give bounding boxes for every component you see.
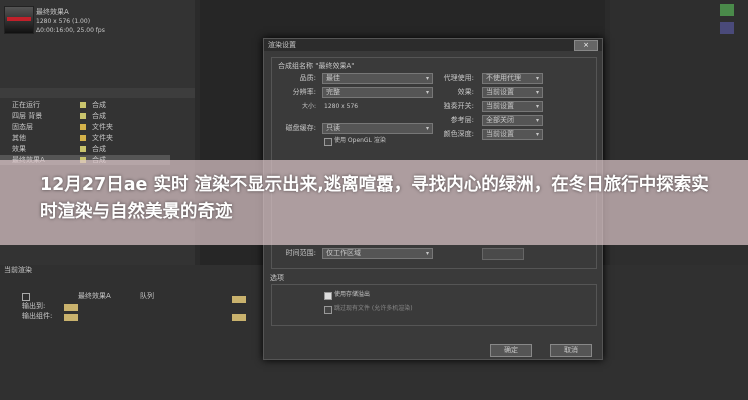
guide-dropdown[interactable]: 全部关闭 ▾	[482, 115, 543, 126]
close-button[interactable]: ×	[574, 40, 598, 51]
list-item[interactable]: 正在运行 合成	[0, 100, 170, 110]
list-item[interactable]: 其他 文件夹	[0, 133, 170, 143]
skip-existing-label: 跳过现有文件 (允许多机渲染)	[334, 305, 413, 312]
comp-group-label: 合成组名称 "最终效果A"	[278, 62, 355, 70]
skip-existing-checkbox[interactable]	[324, 306, 332, 314]
guide-label: 参考层:	[450, 116, 474, 124]
storage-overflow-label: 使用存储溢出	[334, 291, 371, 298]
chevron-down-icon: ▾	[535, 89, 539, 96]
effects-dropdown[interactable]: 当前设置 ▾	[482, 87, 543, 98]
chevron-down-icon: ▾	[535, 103, 539, 110]
table-row[interactable]: 最终效果A 队列	[0, 292, 195, 302]
chevron-down-icon: ▾	[535, 75, 539, 82]
chevron-down-icon: ▾	[535, 117, 539, 124]
comp-info-duration: Δ0:00:16:00, 25.00 fps	[36, 27, 105, 34]
output-swatch	[64, 304, 78, 311]
preview-thumbnail	[720, 4, 734, 16]
color-depth-label: 颜色深度:	[443, 130, 474, 138]
render-checkbox[interactable]	[22, 293, 30, 301]
comp-name: 最终效果A	[36, 8, 69, 16]
label-color	[80, 113, 86, 119]
time-span-dropdown[interactable]: 仅工作区域 ▾	[322, 248, 433, 259]
options-title: 选项	[270, 274, 284, 282]
output-swatch	[64, 314, 78, 321]
disk-cache-dropdown[interactable]: 只读 ▾	[322, 123, 433, 134]
time-span-settings-button[interactable]	[482, 248, 524, 260]
list-item[interactable]: 固态层 文件夹	[0, 122, 170, 132]
quality-dropdown[interactable]: 最佳 ▾	[322, 73, 433, 84]
track-markers	[232, 296, 252, 324]
dialog-title-bar[interactable]: 渲染设置 ×	[264, 39, 602, 51]
tab-render-queue[interactable]: 当前渲染	[4, 266, 64, 276]
list-item[interactable]: 四层 背景 合成	[0, 111, 170, 121]
label-color	[80, 146, 86, 152]
cancel-button[interactable]: 取消	[550, 344, 592, 357]
label-color	[80, 102, 86, 108]
solo-dropdown[interactable]: 当前设置 ▾	[482, 101, 543, 112]
label-color	[80, 124, 86, 130]
project-search-bar[interactable]	[0, 88, 195, 98]
preview-thumbnail	[720, 22, 734, 34]
opengl-label: 使用 OpenGL 渲染	[334, 137, 386, 144]
effects-label: 效果:	[457, 88, 474, 96]
proxy-dropdown[interactable]: 不使用代理 ▾	[482, 73, 543, 84]
chevron-down-icon: ▾	[535, 131, 539, 138]
comp-thumbnail	[4, 6, 34, 34]
time-span-label: 时间范围:	[285, 249, 316, 257]
disk-cache-label: 磁盘缓存:	[285, 124, 316, 132]
color-depth-dropdown[interactable]: 当前设置 ▾	[482, 129, 543, 140]
chevron-down-icon: ▾	[425, 89, 429, 96]
quality-label: 品质:	[299, 74, 316, 82]
size-value: 1280 x 576	[324, 103, 359, 110]
dialog-title: 渲染设置	[268, 41, 296, 49]
resolution-label: 分辨率:	[292, 88, 316, 96]
resolution-dropdown[interactable]: 完整 ▾	[322, 87, 433, 98]
headline-text: 12月27日ae 实时 渲染不显示出来,逃离喧嚣，寻找内心的绿洲，在冬日旅行中探…	[40, 175, 709, 222]
proxy-label: 代理使用:	[443, 74, 474, 82]
comp-info-size: 1280 x 576 (1.00)	[36, 18, 91, 25]
chevron-down-icon: ▾	[425, 75, 429, 82]
label-color	[80, 135, 86, 141]
storage-overflow-checkbox[interactable]	[324, 292, 332, 300]
size-label: 大小:	[301, 103, 316, 110]
opengl-checkbox[interactable]	[324, 138, 332, 146]
table-row[interactable]: 输出到:	[0, 302, 195, 312]
ok-button[interactable]: 确定	[490, 344, 532, 357]
table-row[interactable]: 输出组件:	[0, 312, 195, 322]
solo-label: 独奏开关:	[443, 102, 474, 110]
options-group: 选项 使用存储溢出 跳过现有文件 (允许多机渲染)	[270, 274, 597, 326]
chevron-down-icon: ▾	[425, 125, 429, 132]
chevron-down-icon: ▾	[425, 250, 429, 257]
list-item[interactable]: 效果 合成	[0, 144, 170, 154]
